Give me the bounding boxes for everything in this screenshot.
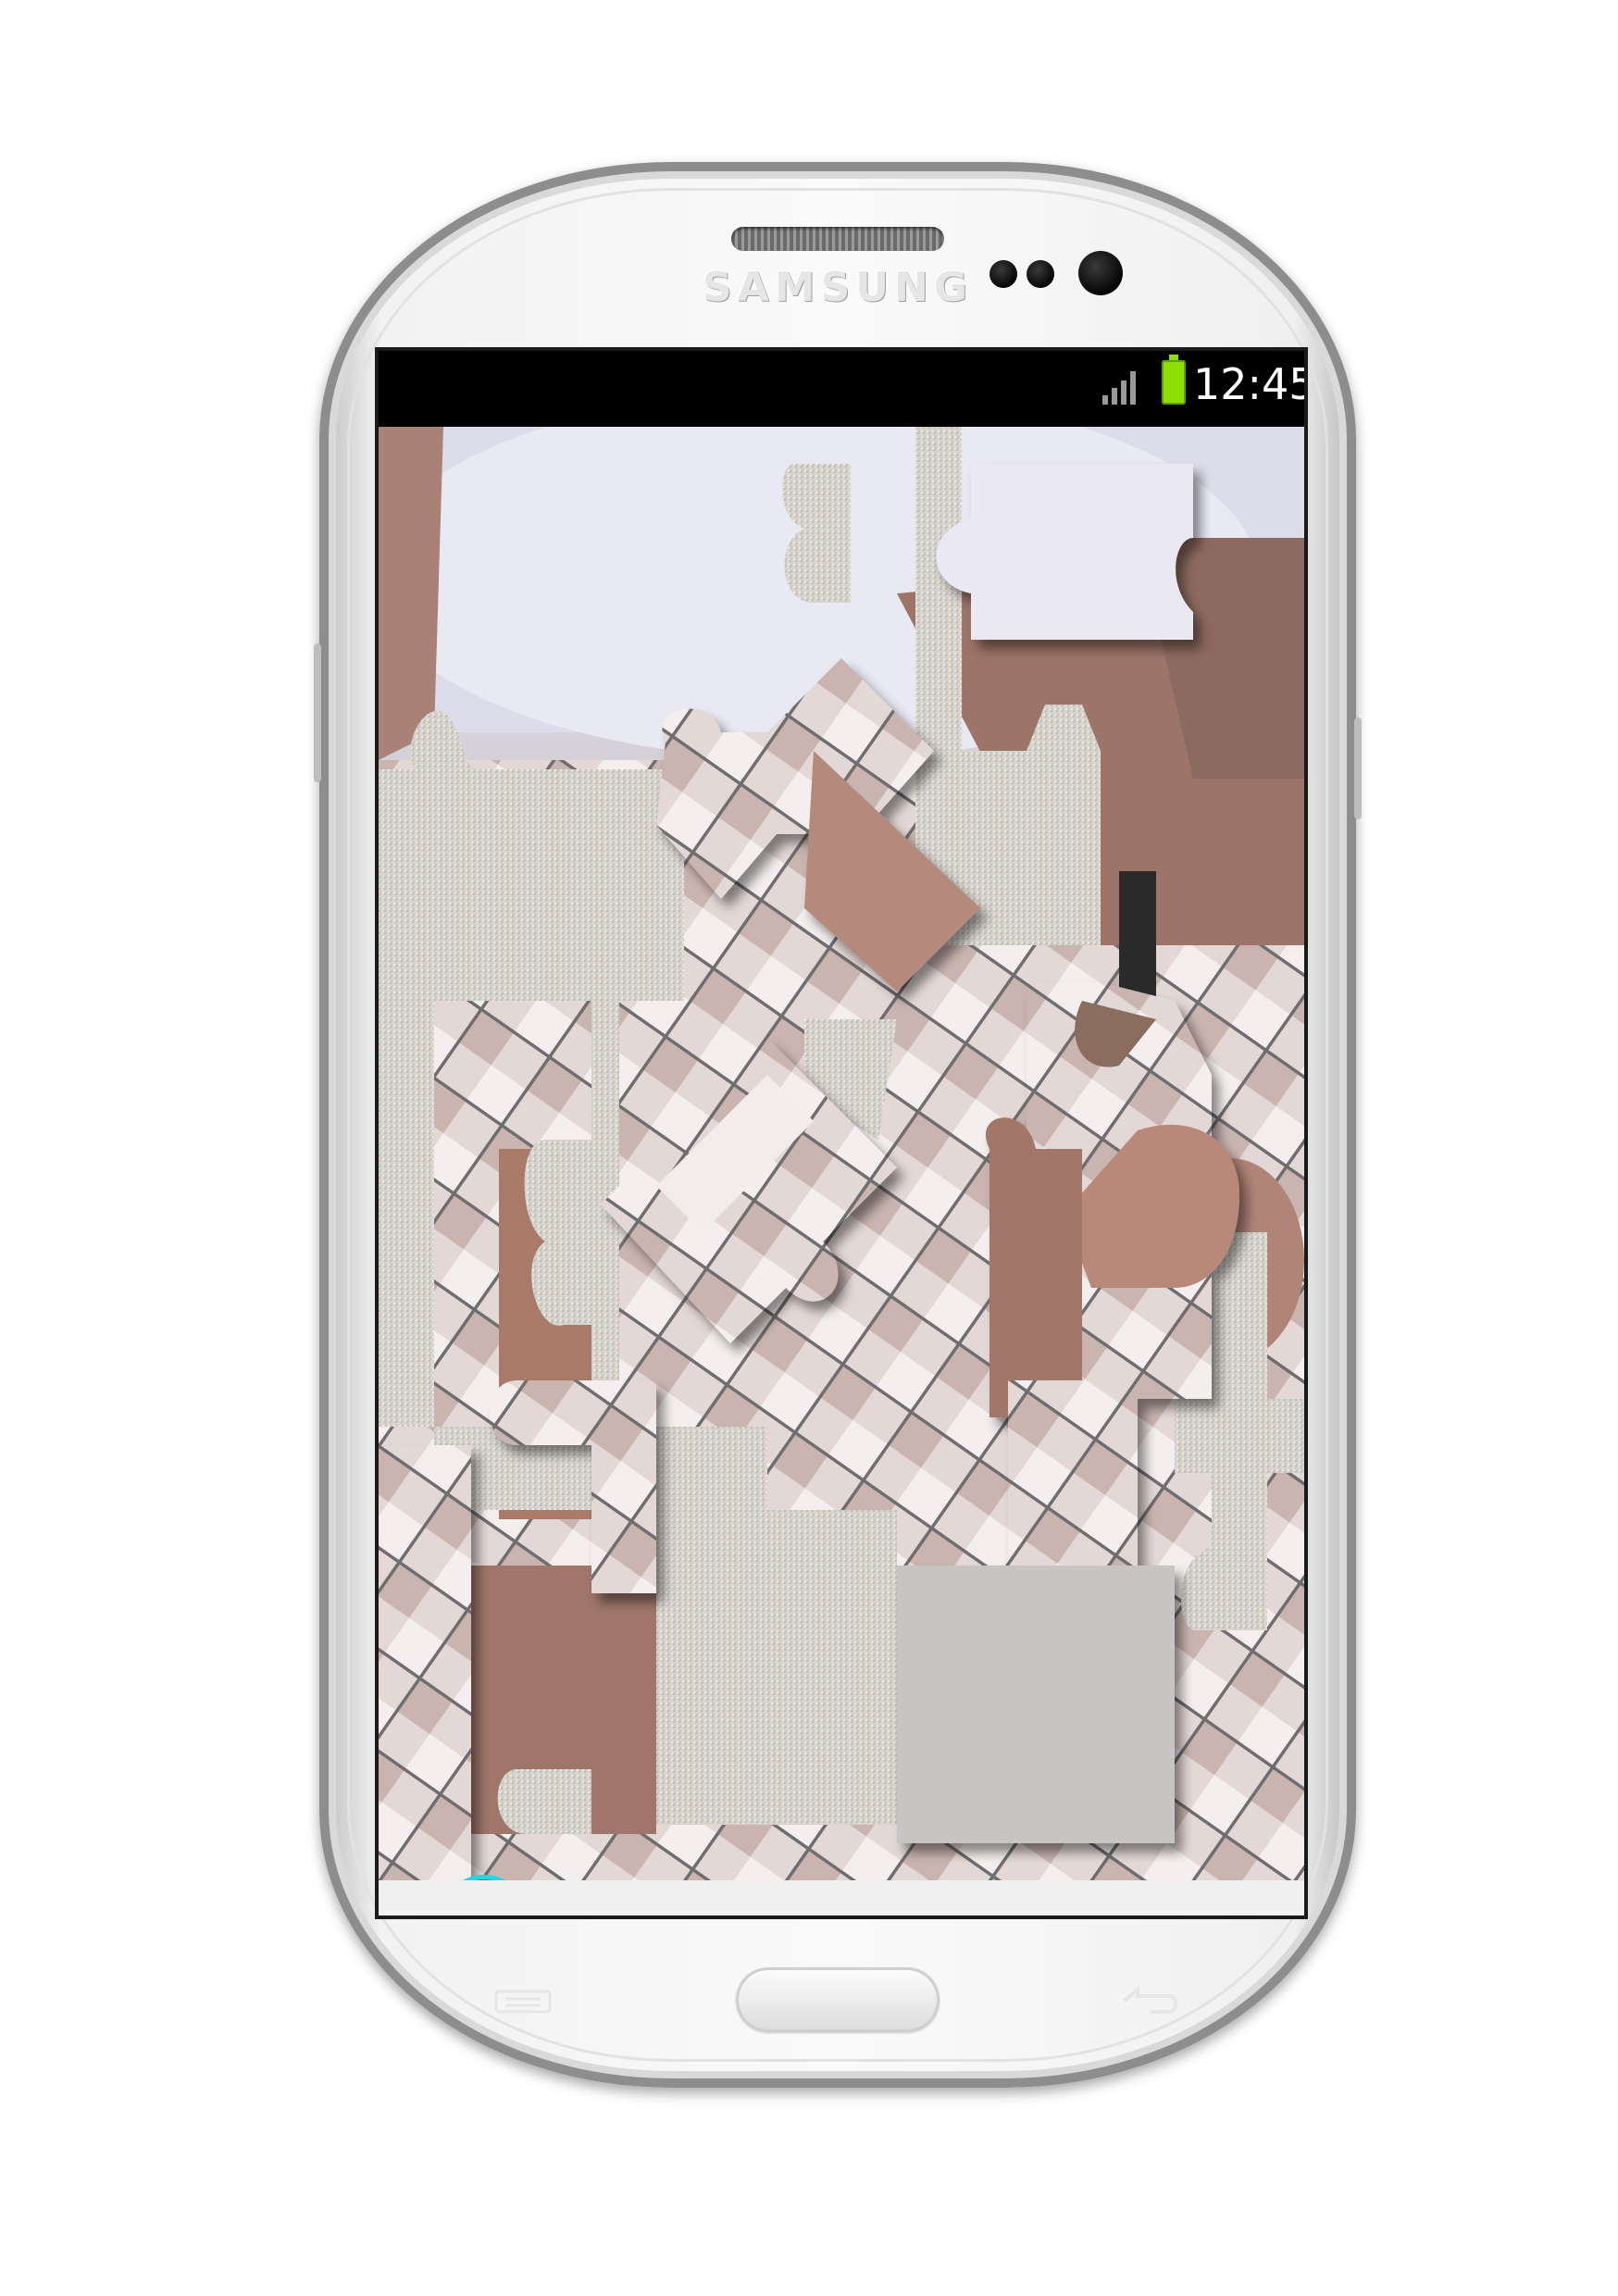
signal-icon (1102, 371, 1136, 405)
screen-bottom-strip (379, 1880, 1304, 1915)
brand-logo: SAMSUNG (703, 264, 973, 311)
power-key[interactable] (1354, 718, 1362, 819)
status-bar: 12:45 (379, 351, 1304, 416)
phone-frame: SAMSUNG 12:45 (314, 162, 1362, 2088)
earpiece-speaker (731, 227, 944, 251)
light-sensor (1027, 260, 1054, 288)
puzzle-board[interactable] (379, 427, 1304, 1880)
status-time: 12:45 (1193, 359, 1308, 409)
screen: 12:45 (375, 347, 1308, 1919)
puzzle-image (379, 427, 1304, 1880)
volume-key[interactable] (314, 643, 321, 782)
back-key-icon[interactable] (1114, 1984, 1188, 2017)
battery-icon (1162, 355, 1186, 405)
front-camera (1078, 251, 1123, 295)
home-button[interactable] (736, 1967, 940, 2032)
menu-key-icon[interactable] (491, 1988, 555, 2015)
proximity-sensor (989, 260, 1017, 288)
